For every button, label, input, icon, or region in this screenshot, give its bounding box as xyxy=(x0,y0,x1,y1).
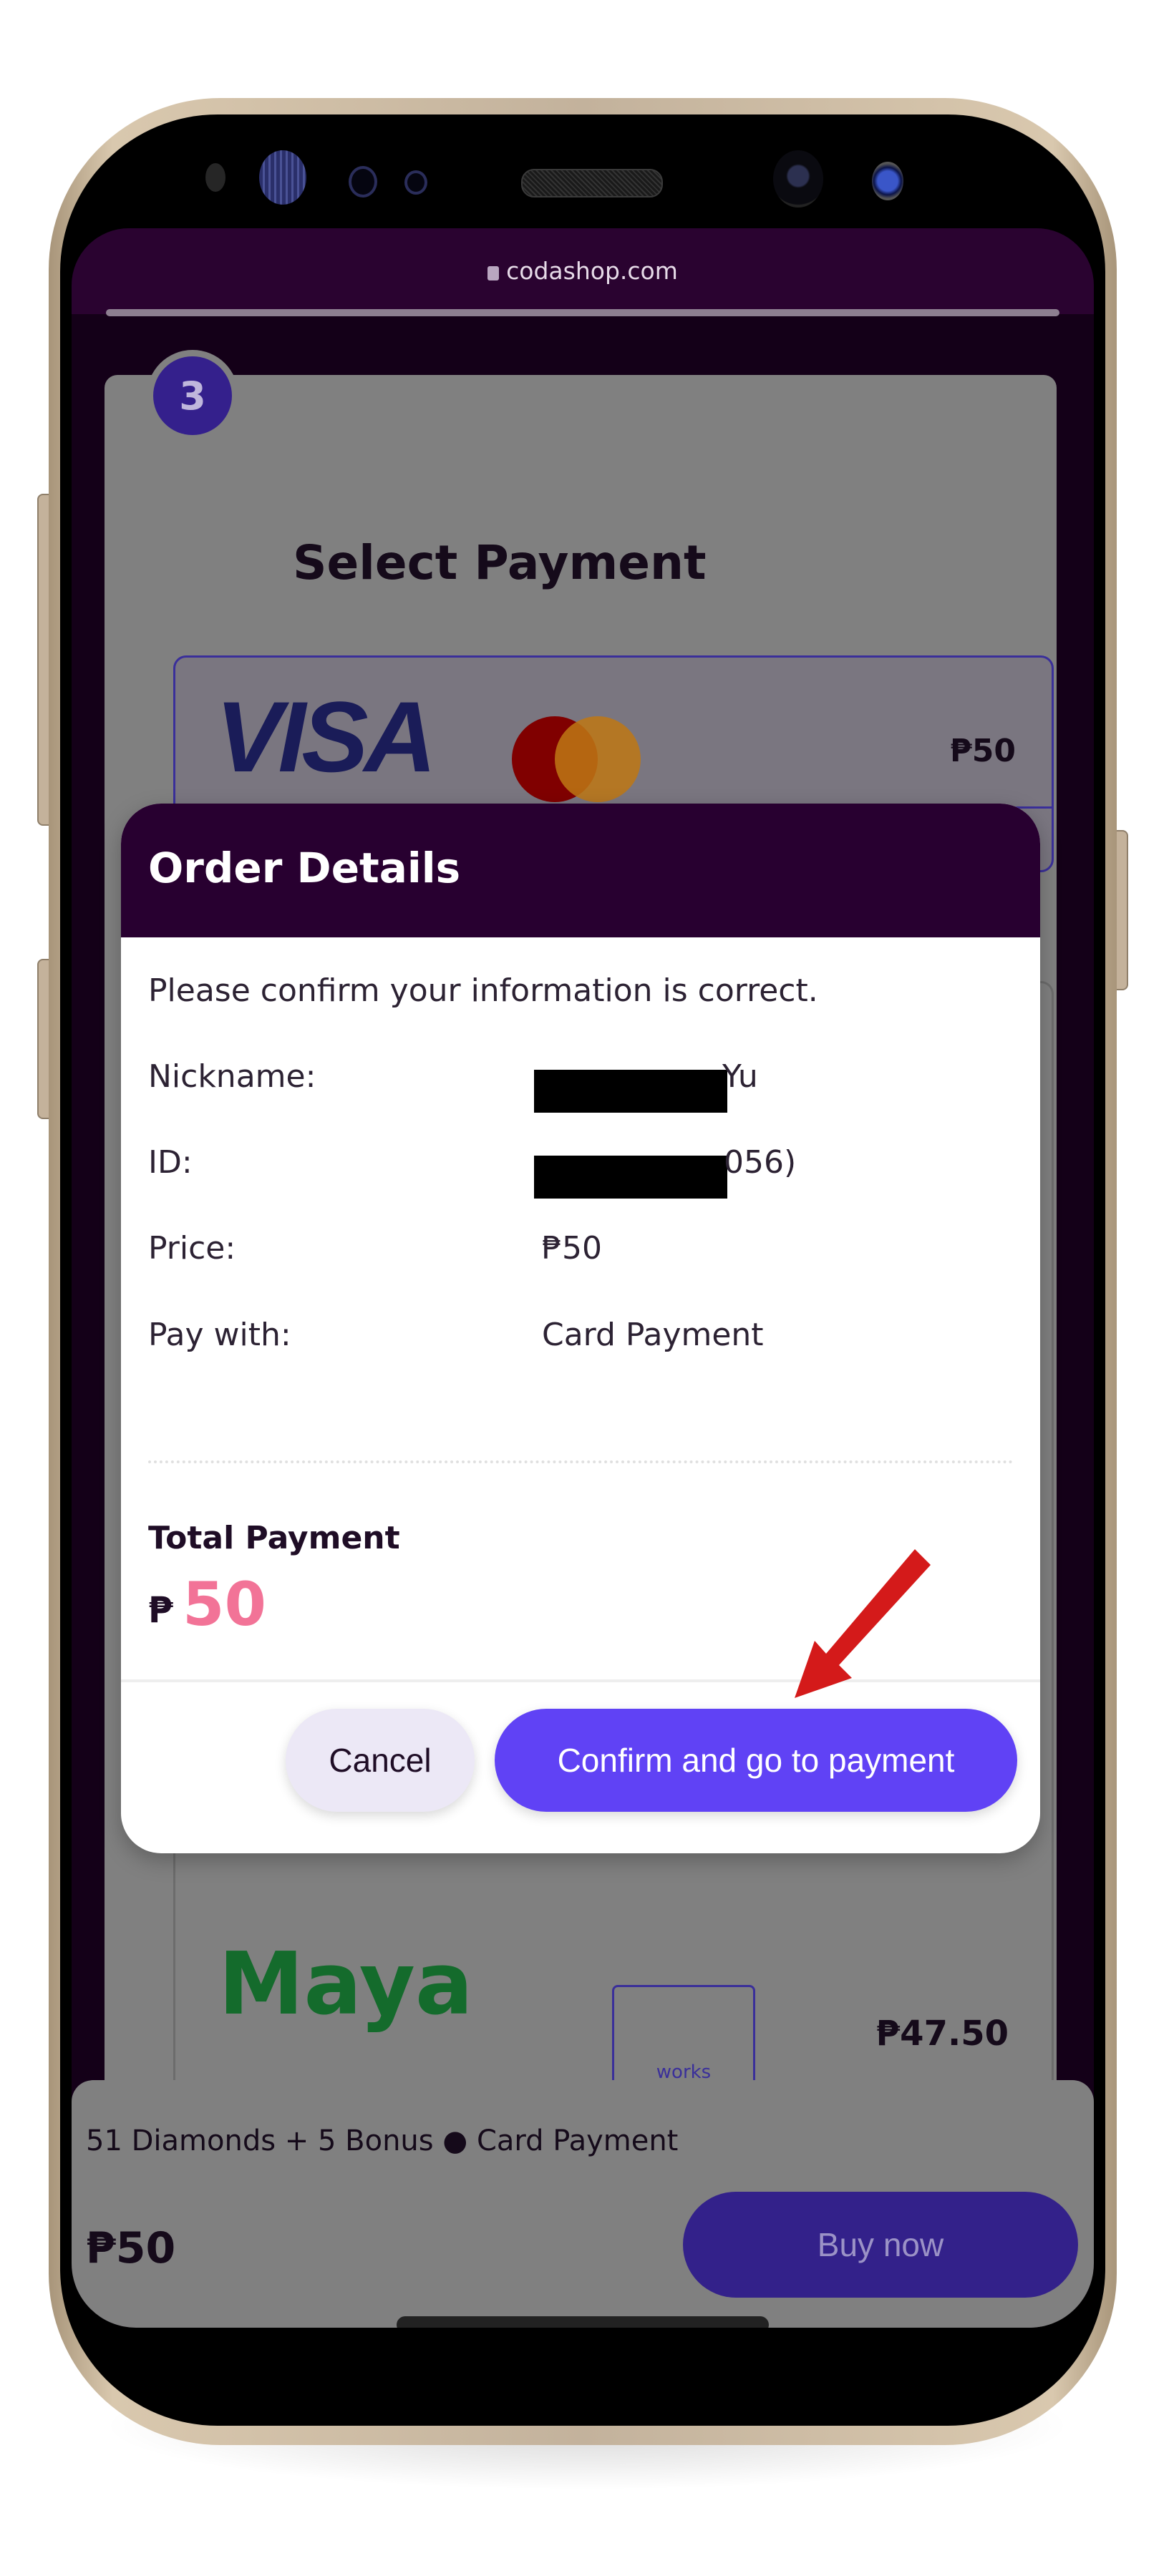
redaction-bar xyxy=(534,1156,727,1199)
total-currency: ₱ xyxy=(148,1589,173,1631)
maya-logo: Maya xyxy=(218,1935,473,2034)
option-price: ₱47.50 xyxy=(875,2014,1009,2054)
visa-logo: VISA xyxy=(215,680,437,793)
url-display[interactable]: codashop.com xyxy=(72,257,1094,285)
mastercard-icon-overlap xyxy=(555,716,641,802)
annotation-arrow-icon xyxy=(795,1549,931,1698)
checkout-bar: 51 Diamonds + 5 Bonus ● Card Payment ₱50… xyxy=(72,2080,1094,2328)
iris-scanner-icon xyxy=(259,150,306,205)
total-amount: 50 xyxy=(183,1569,266,1639)
modal-title: Order Details xyxy=(148,844,461,892)
price-label: Price: xyxy=(148,1230,236,1267)
step-badge: 3 xyxy=(153,356,232,435)
id-value: 056) xyxy=(724,1144,797,1181)
flash-icon xyxy=(872,162,903,200)
url-bar-divider xyxy=(106,309,1059,316)
home-indicator[interactable] xyxy=(397,2316,769,2328)
buy-now-button[interactable]: Buy now xyxy=(683,2192,1078,2298)
modal-header: Order Details xyxy=(121,804,1040,937)
id-label: ID: xyxy=(148,1144,193,1181)
nickname-value: Yu xyxy=(722,1058,758,1095)
pay-with-label: Pay with: xyxy=(148,1317,291,1353)
volume-down-button xyxy=(37,959,49,1119)
option-price: ₱50 xyxy=(950,733,1016,769)
checkout-price: ₱50 xyxy=(86,2223,176,2273)
browser-url-bar[interactable]: codashop.com xyxy=(72,228,1094,316)
total-payment-label: Total Payment xyxy=(148,1520,400,1556)
order-summary: 51 Diamonds + 5 Bonus ● Card Payment xyxy=(86,2124,679,2157)
price-value: ₱50 xyxy=(542,1230,602,1267)
section-title: Select Payment xyxy=(293,535,707,590)
cancel-button[interactable]: Cancel xyxy=(286,1709,475,1812)
proximity-sensor-icon xyxy=(205,163,225,192)
front-camera-icon xyxy=(773,150,823,208)
dotted-divider xyxy=(148,1460,1013,1463)
url-text: codashop.com xyxy=(506,257,678,285)
arrow-shape xyxy=(795,1549,931,1698)
power-button xyxy=(1117,830,1128,990)
pay-with-value: Card Payment xyxy=(542,1317,764,1353)
lock-icon xyxy=(487,266,500,280)
nickname-label: Nickname: xyxy=(148,1058,316,1095)
modal-intro: Please confirm your information is corre… xyxy=(148,972,818,1009)
confirm-payment-button[interactable]: Confirm and go to payment xyxy=(495,1709,1017,1812)
sensor-small-icon xyxy=(404,170,427,195)
sensor-icon xyxy=(349,166,377,197)
earpiece-speaker-icon xyxy=(521,169,663,197)
volume-up-button xyxy=(37,494,49,826)
redaction-bar xyxy=(534,1070,727,1113)
